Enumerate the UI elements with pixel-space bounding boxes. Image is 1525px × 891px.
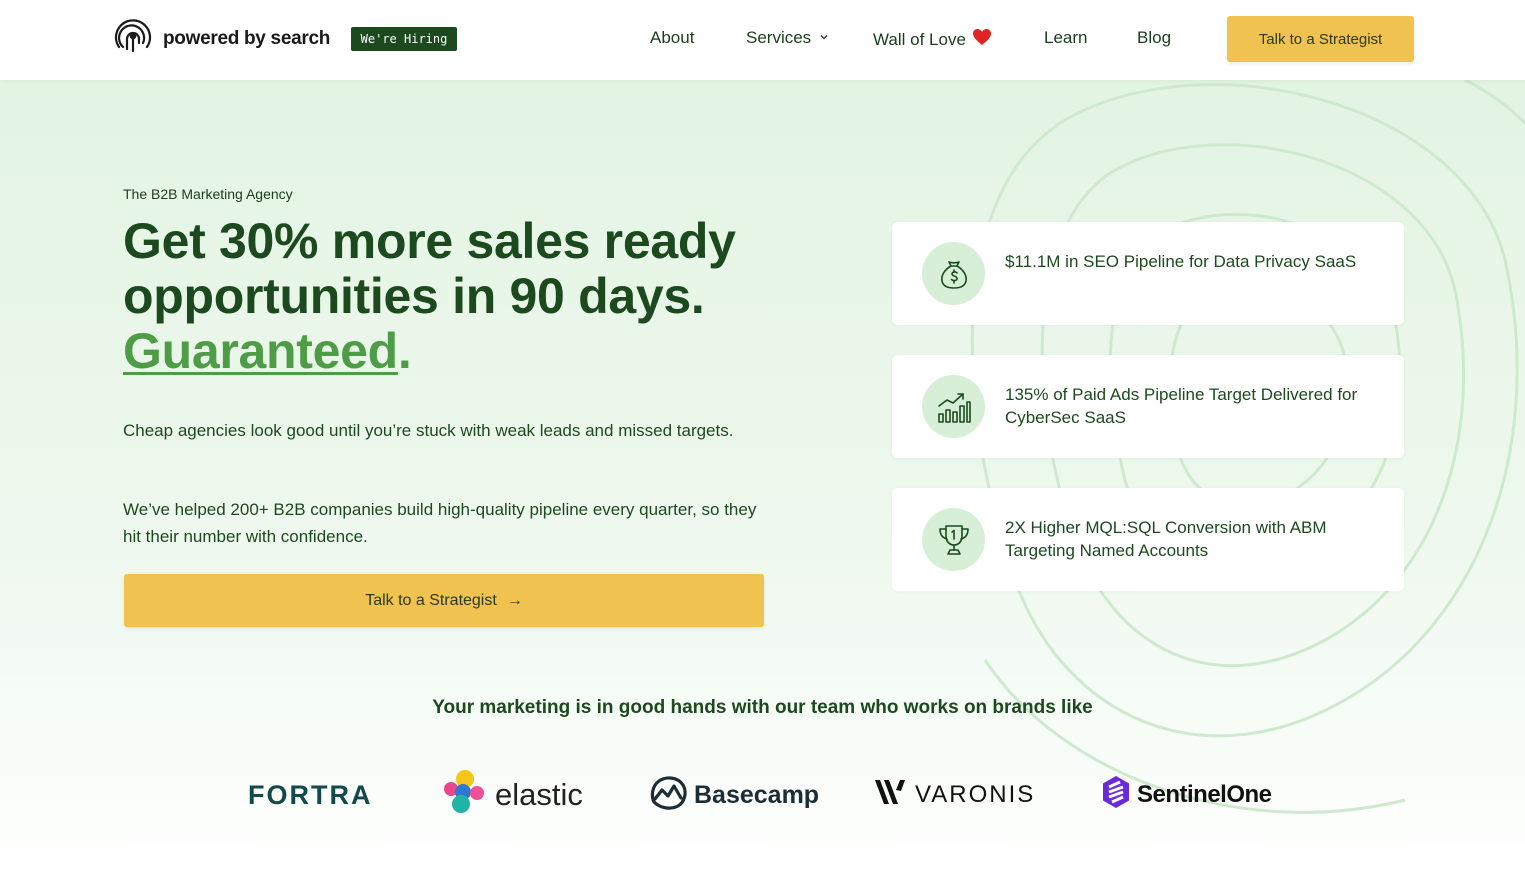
logo-text: powered by search — [163, 28, 331, 49]
fortra-logo-text: FORTRA — [248, 779, 373, 810]
headline-line-1: Get 30% more sales ready — [123, 213, 736, 269]
nav-blog-label: Blog — [1137, 28, 1172, 47]
hero-paragraph-2: We’ve helped 200+ B2B companies build hi… — [123, 500, 757, 546]
nav-about[interactable]: About — [650, 28, 694, 48]
basecamp-mark-icon — [648, 774, 688, 817]
hero-paragraph-1: Cheap agencies look good until you’re st… — [123, 421, 734, 440]
hero-headline: Get 30% more sales ready opportunities i… — [123, 214, 823, 379]
money-bag-icon — [922, 242, 985, 305]
nav-wall-of-love[interactable]: Wall of Love — [873, 28, 992, 51]
hero-eyebrow: The B2B Marketing Agency — [123, 186, 293, 202]
headline-dot: . — [397, 323, 412, 379]
brands-heading: Your marketing is in good hands with our… — [432, 697, 1093, 718]
hero-talk-to-strategist-button[interactable]: Talk to a Strategist → — [124, 574, 764, 627]
stat-text: 2X Higher MQL:SQL Conversion with ABM Ta… — [1005, 518, 1327, 560]
chevron-down-icon — [819, 32, 829, 45]
hiring-badge[interactable]: We're Hiring — [351, 27, 457, 51]
stat-card-paid-ads: 135% of Paid Ads Pipeline Target Deliver… — [892, 355, 1404, 458]
nav-blog[interactable]: Blog — [1137, 28, 1171, 48]
fingerprint-logo-icon — [113, 17, 153, 62]
growth-chart-icon — [922, 375, 985, 438]
sentinelone-mark-icon — [1101, 775, 1131, 816]
elastic-mark-icon — [441, 768, 487, 822]
basecamp-logo: Basecamp — [648, 770, 819, 820]
stat-card-abm: 2X Higher MQL:SQL Conversion with ABM Ta… — [892, 488, 1404, 591]
nav-about-label: About — [650, 28, 695, 47]
stat-text: 135% of Paid Ads Pipeline Target Deliver… — [1005, 385, 1358, 427]
logo[interactable]: powered by search — [113, 17, 331, 62]
sentinelone-logo: SentinelOne — [1101, 770, 1272, 820]
varonis-mark-icon — [875, 778, 911, 813]
elastic-logo-text: elastic — [495, 777, 583, 812]
elastic-logo: elastic — [441, 770, 583, 820]
headline-line-2: opportunities in 90 days. — [123, 268, 705, 324]
varonis-logo-text: VARONIS — [915, 781, 1036, 808]
nav-learn[interactable]: Learn — [1044, 28, 1087, 48]
trophy-icon — [922, 508, 985, 571]
headline-accent: Guaranteed — [123, 323, 398, 379]
hero-section: The B2B Marketing Agency Get 30% more sa… — [0, 80, 1525, 891]
hero-cta-label: Talk to a Strategist — [365, 591, 497, 609]
nav-learn-label: Learn — [1044, 28, 1088, 47]
nav-wall-of-love-label: Wall of Love — [873, 29, 966, 49]
nav-services-label: Services — [746, 28, 812, 47]
stat-card-seo: $11.1M in SEO Pipeline for Data Privacy … — [892, 222, 1404, 325]
basecamp-logo-text: Basecamp — [694, 780, 820, 809]
heart-icon — [972, 28, 992, 51]
nav-services[interactable]: Services — [746, 28, 829, 48]
varonis-logo: VARONIS — [875, 770, 1035, 820]
arrow-right-icon: → — [506, 591, 523, 609]
sentinelone-logo-text: SentinelOne — [1137, 781, 1272, 808]
fortra-logo: FORTRA — [248, 770, 372, 820]
header-talk-to-strategist-button[interactable]: Talk to a Strategist — [1227, 16, 1414, 62]
stat-text: $11.1M in SEO Pipeline for Data Privacy … — [1005, 252, 1357, 271]
site-header: powered by search We're Hiring About Ser… — [0, 0, 1525, 80]
